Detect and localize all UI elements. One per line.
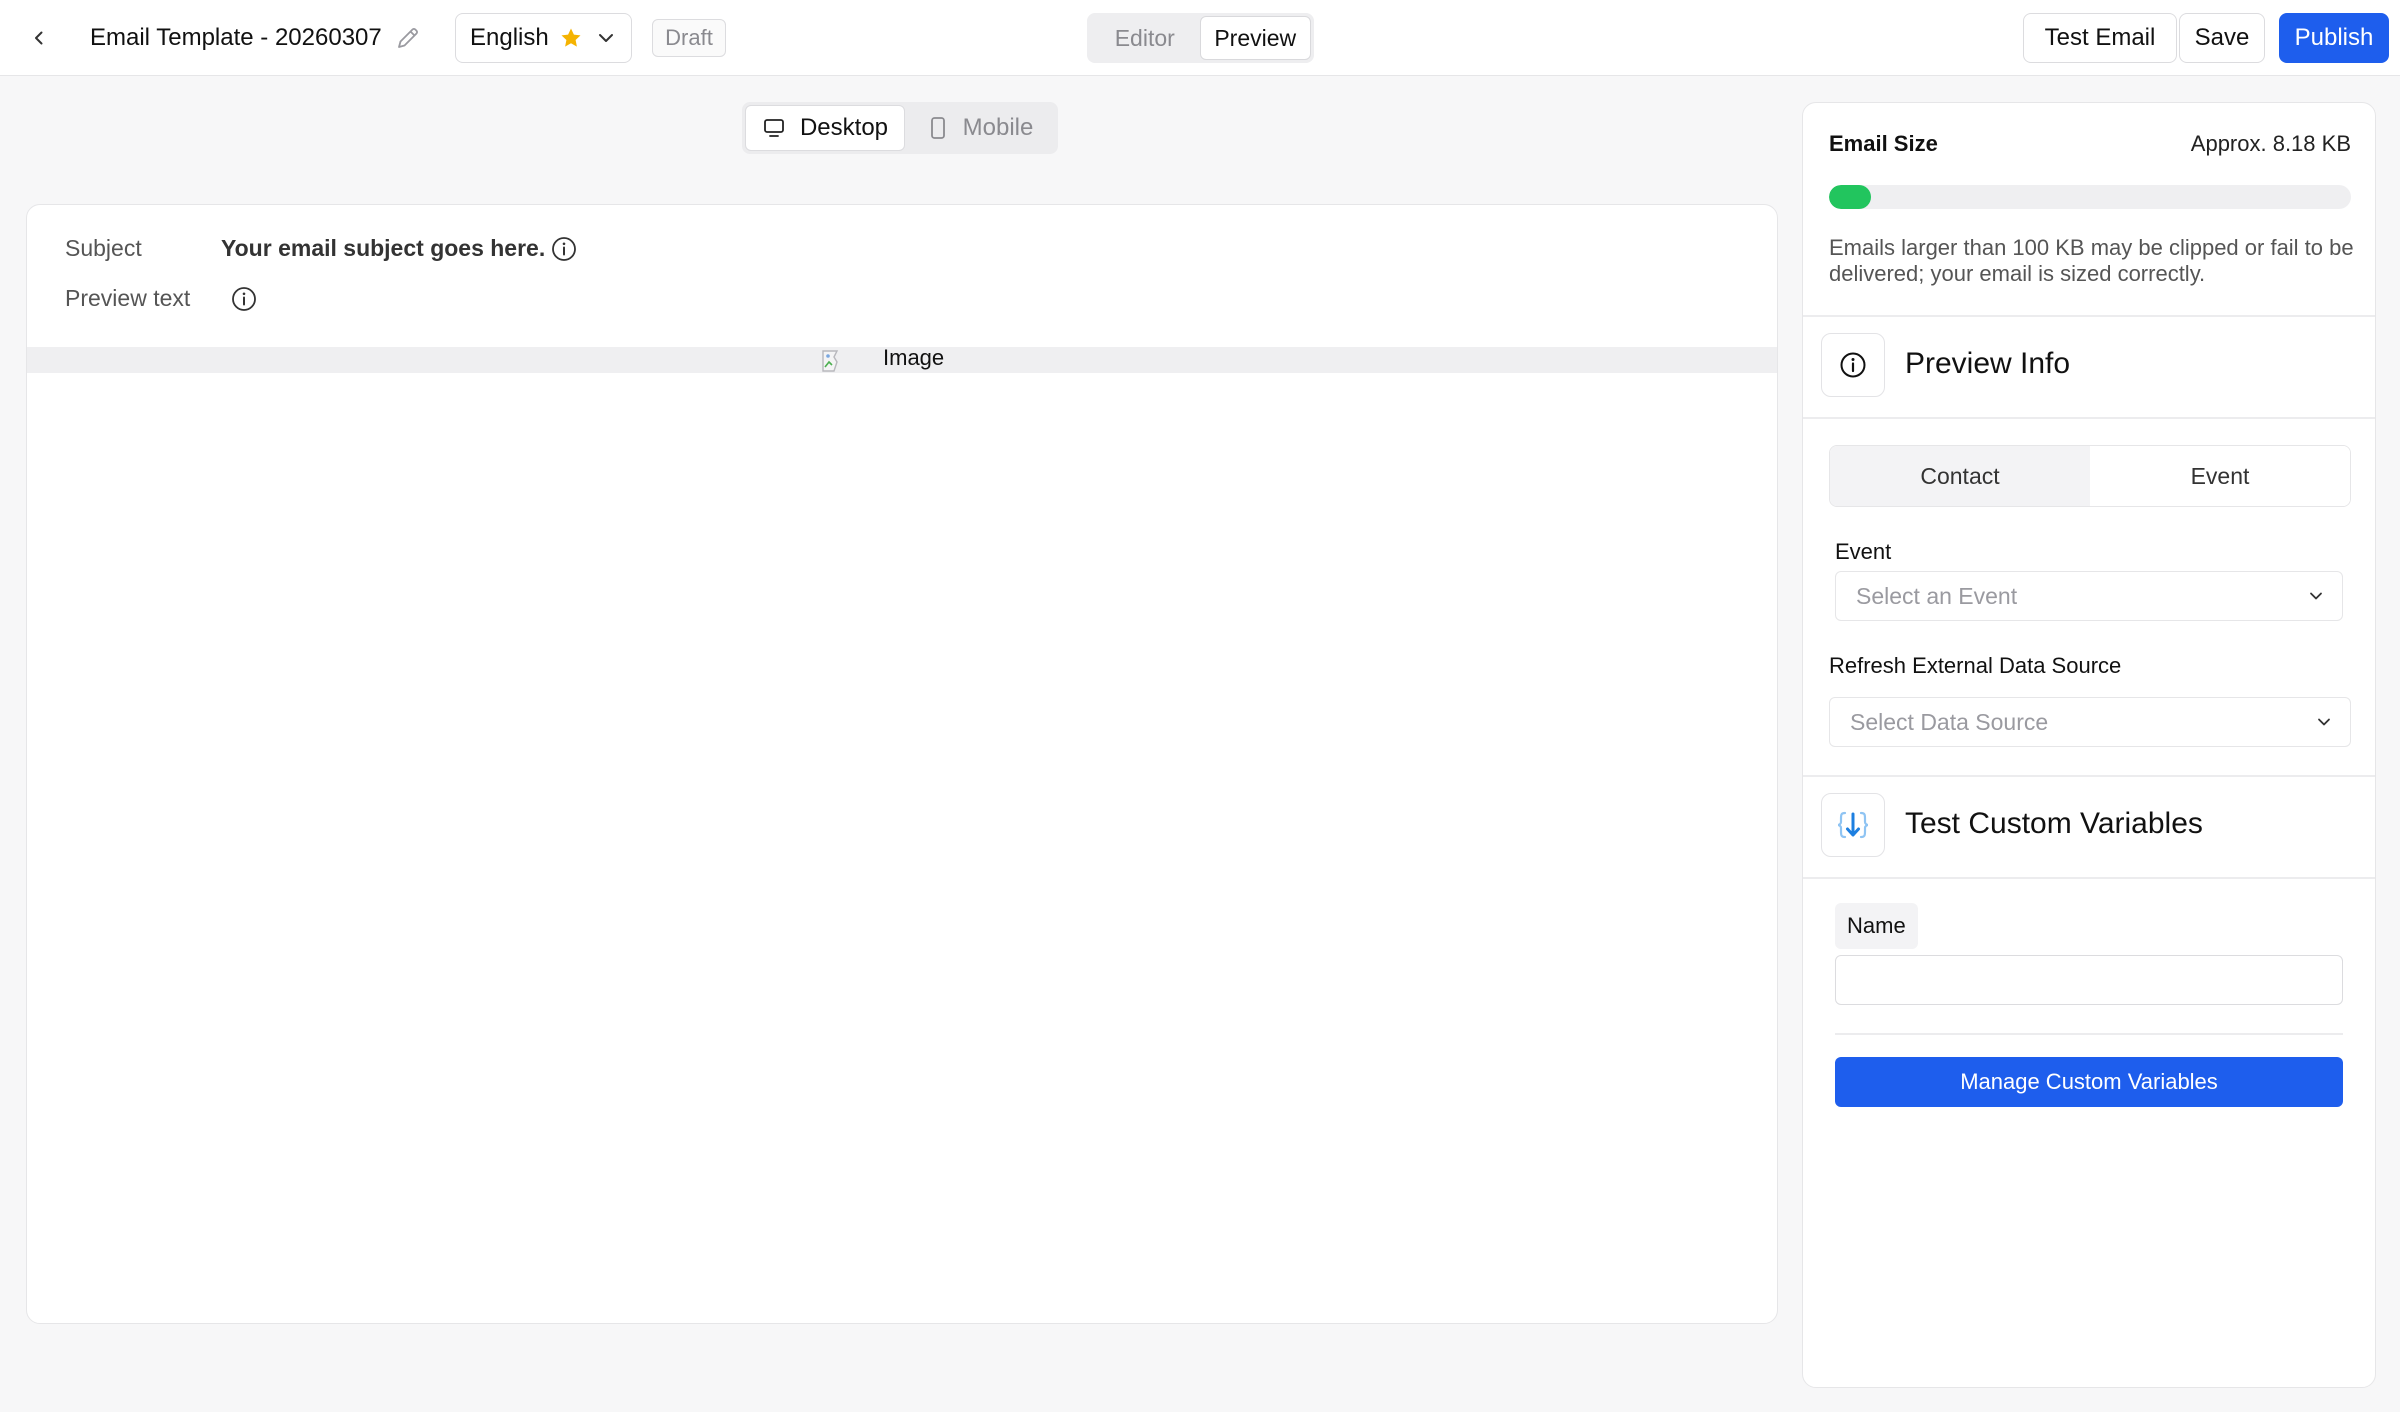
divider xyxy=(1835,1033,2343,1035)
status-badge: Draft xyxy=(652,19,726,57)
divider xyxy=(1803,315,2375,317)
divider xyxy=(1803,417,2375,419)
info-icon xyxy=(1840,352,1866,378)
chevron-down-icon xyxy=(2310,592,2322,600)
device-mobile-button[interactable]: Mobile xyxy=(905,105,1055,151)
image-alt-text: Image xyxy=(883,345,945,370)
back-button[interactable] xyxy=(22,20,56,56)
info-icon[interactable] xyxy=(551,236,577,262)
language-selected-label: English xyxy=(470,24,549,51)
custom-vars-title: Test Custom Variables xyxy=(1905,807,2203,840)
tab-event[interactable]: Event xyxy=(2090,446,2350,506)
tab-preview[interactable]: Preview xyxy=(1199,16,1311,60)
language-select[interactable]: English xyxy=(455,13,632,63)
email-size-note: Emails larger than 100 KB may be clipped… xyxy=(1829,235,2354,286)
email-size-progress xyxy=(1829,185,2351,209)
subject-label: Subject xyxy=(65,235,142,261)
email-image-block: Image xyxy=(27,345,1777,373)
braces-arrow-icon xyxy=(1837,811,1869,839)
test-email-button[interactable]: Test Email xyxy=(2023,13,2177,63)
device-toggle: Desktop Mobile xyxy=(742,102,1058,154)
side-panel: Email Size Approx. 8.18 KB Emails larger… xyxy=(1802,102,2376,1388)
data-source-placeholder: Select Data Source xyxy=(1850,708,2049,735)
email-size-value: Approx. 8.18 KB xyxy=(2190,131,2351,156)
chevron-down-icon xyxy=(2318,718,2330,726)
preview-info-tabs: Contact Event xyxy=(1829,445,2351,507)
manage-custom-variables-button[interactable]: Manage Custom Variables xyxy=(1835,1057,2343,1107)
chevron-left-icon xyxy=(35,31,43,45)
email-size-progress-fill xyxy=(1829,185,1871,209)
name-variable-input[interactable] xyxy=(1835,955,2343,1005)
divider xyxy=(1803,877,2375,879)
data-source-select[interactable]: Select Data Source xyxy=(1829,697,2351,747)
save-button[interactable]: Save xyxy=(2179,13,2265,63)
email-size-title: Email Size xyxy=(1829,131,1938,156)
name-variable-label: Name xyxy=(1835,903,1918,949)
broken-image-icon xyxy=(822,350,839,372)
refresh-data-source-label: Refresh External Data Source xyxy=(1829,653,2122,678)
mode-switch: Editor Preview xyxy=(1087,13,1314,63)
event-select-placeholder: Select an Event xyxy=(1856,582,2018,609)
tab-editor[interactable]: Editor xyxy=(1090,16,1200,60)
smartphone-icon xyxy=(930,117,945,139)
custom-vars-icon-box xyxy=(1821,793,1885,857)
info-icon[interactable] xyxy=(231,286,257,312)
device-desktop-button[interactable]: Desktop xyxy=(745,105,905,151)
subject-value: Your email subject goes here. xyxy=(221,235,546,261)
preview-text-label: Preview text xyxy=(65,285,191,311)
device-desktop-label: Desktop xyxy=(799,114,889,141)
event-select[interactable]: Select an Event xyxy=(1835,571,2343,621)
email-preview-card: Subject Your email subject goes here. Pr… xyxy=(26,204,1778,1324)
star-icon xyxy=(561,28,581,47)
tab-contact[interactable]: Contact xyxy=(1830,446,2090,506)
preview-info-title: Preview Info xyxy=(1905,347,2071,380)
top-bar: Email Template - 20260307 English Draft … xyxy=(0,0,2400,76)
template-title: Email Template - 20260307 xyxy=(90,24,382,51)
chevron-down-icon xyxy=(599,34,613,42)
pencil-icon[interactable] xyxy=(394,24,422,52)
divider xyxy=(1803,775,2375,777)
preview-info-icon-box xyxy=(1821,333,1885,397)
device-mobile-label: Mobile xyxy=(962,114,1034,141)
event-label: Event xyxy=(1835,539,1892,564)
publish-button[interactable]: Publish xyxy=(2279,13,2389,63)
monitor-icon xyxy=(764,119,784,137)
